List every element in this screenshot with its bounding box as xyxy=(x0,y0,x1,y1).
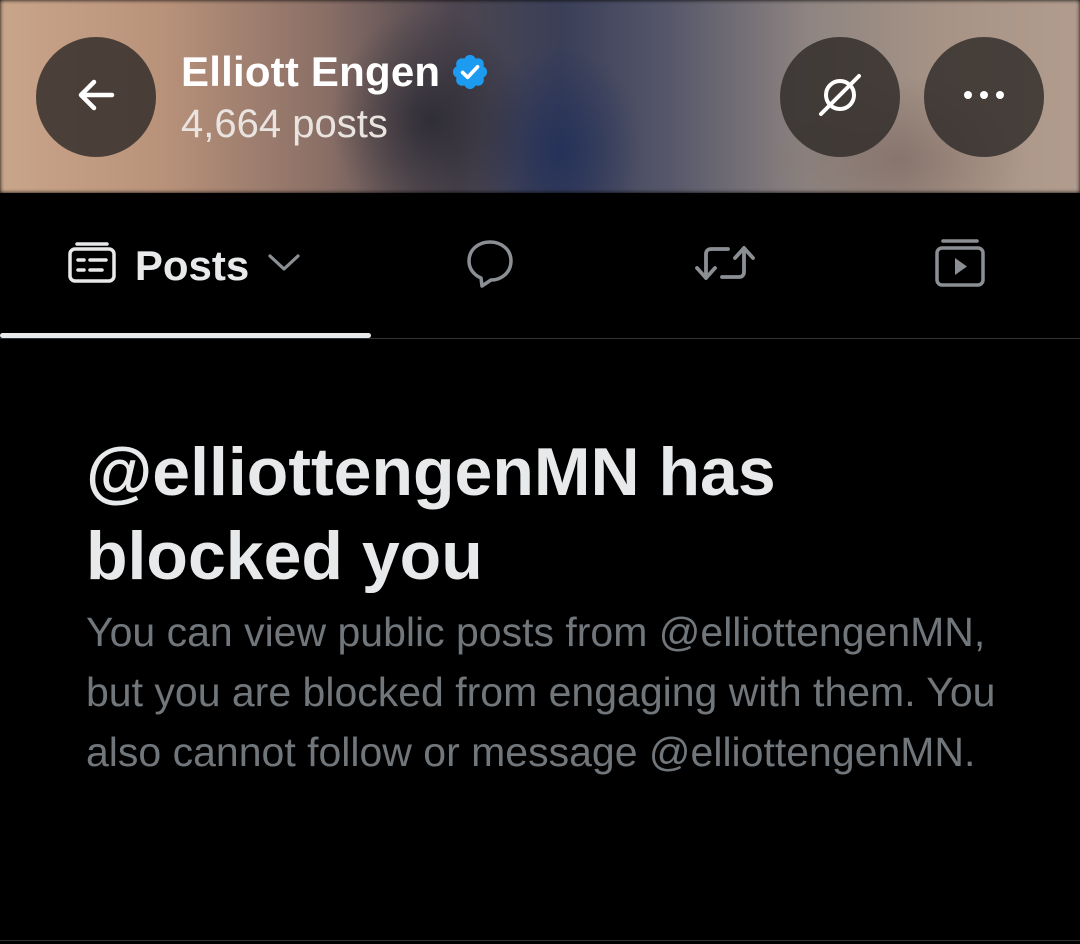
active-tab-indicator xyxy=(0,333,371,338)
chevron-down-icon xyxy=(267,253,301,278)
video-icon xyxy=(933,237,987,294)
notifications-off-icon xyxy=(812,67,868,128)
profile-header: Elliott Engen 4,664 posts xyxy=(0,0,1080,193)
timeline-icon xyxy=(67,241,117,290)
arrow-left-icon xyxy=(72,71,120,124)
repost-icon xyxy=(694,240,756,291)
tab-posts[interactable]: Posts xyxy=(0,193,371,338)
divider xyxy=(0,940,1080,941)
tab-reposts[interactable] xyxy=(610,193,840,338)
more-horizontal-icon xyxy=(960,87,1008,108)
tab-posts-label: Posts xyxy=(134,241,250,289)
blocked-title: @elliottengenMN has blocked you xyxy=(86,434,776,594)
banner-image xyxy=(0,0,1080,193)
profile-name: Elliott Engen xyxy=(181,48,441,95)
blocked-description: You can view public posts from @elliotte… xyxy=(86,609,996,775)
profile-tabs: Posts xyxy=(0,193,1080,339)
back-button[interactable] xyxy=(36,37,156,157)
profile-title: Elliott Engen 4,664 posts xyxy=(181,44,490,147)
reply-bubble-icon xyxy=(463,236,517,295)
tab-media[interactable] xyxy=(840,193,1080,338)
notifications-button[interactable] xyxy=(780,37,900,157)
tab-replies[interactable] xyxy=(370,193,610,338)
more-options-button[interactable] xyxy=(924,37,1044,157)
blocked-notice: @elliottengenMN has blocked you You can … xyxy=(86,430,1046,782)
post-count: 4,664 posts xyxy=(181,102,388,146)
verified-badge-icon xyxy=(450,52,490,92)
